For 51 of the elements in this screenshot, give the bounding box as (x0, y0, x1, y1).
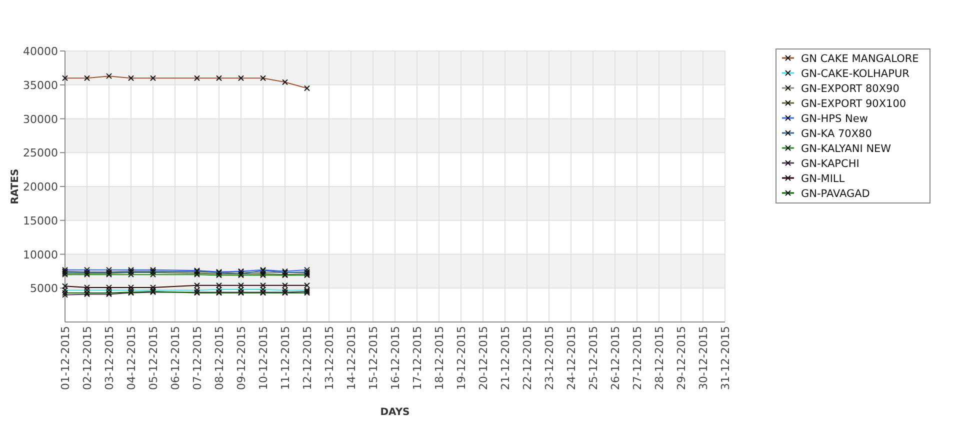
legend-label: GN-KA 70X80 (801, 128, 872, 140)
legend-label: GN-PAVAGAD (801, 188, 870, 200)
x-tick-label: 23-12-2015 (543, 326, 556, 390)
legend-label: GN-CAKE-KOLHAPUR (801, 68, 910, 80)
y-tick-label: 35000 (23, 78, 58, 92)
legend-label: GN-KAPCHI (801, 158, 860, 170)
y-tick-label: 40000 (23, 45, 58, 58)
y-axis-title: RATES (10, 168, 21, 204)
x-tick-label: 20-12-2015 (477, 326, 490, 390)
legend-label: GN-MILL (801, 173, 845, 185)
x-tick-label: 10-12-2015 (257, 326, 270, 390)
y-tick-label: 30000 (23, 112, 58, 126)
x-axis-title: DAYS (380, 407, 410, 418)
y-tick-label: 10000 (23, 248, 58, 262)
x-tick-label: 31-12-2015 (719, 326, 732, 390)
x-tick-label: 14-12-2015 (345, 326, 358, 390)
y-tick-label: 20000 (23, 180, 58, 194)
x-tick-label: 17-12-2015 (411, 326, 424, 390)
legend-label: GN CAKE MANGALORE (801, 53, 919, 65)
x-tick-label: 19-12-2015 (455, 326, 468, 390)
x-tick-label: 26-12-2015 (609, 326, 622, 390)
y-tick-label: 5000 (30, 282, 58, 296)
x-tick-label: 24-12-2015 (565, 326, 578, 390)
x-tick-label: 27-12-2015 (631, 326, 644, 390)
x-tick-label: 09-12-2015 (235, 326, 248, 390)
y-tick-label: 25000 (23, 146, 58, 160)
x-tick-label: 30-12-2015 (697, 326, 710, 390)
legend-label: GN-HPS New (801, 113, 868, 125)
legend-label: GN-KALYANI NEW (801, 143, 892, 155)
x-tick-label: 03-12-2015 (103, 326, 116, 390)
x-tick-label: 06-12-2015 (169, 326, 182, 390)
x-tick-label: 15-12-2015 (367, 326, 380, 390)
x-tick-label: 25-12-2015 (587, 326, 600, 390)
y-tick-label: 15000 (23, 214, 58, 228)
x-tick-label: 11-12-2015 (279, 326, 292, 390)
legend-label: GN-EXPORT 80X90 (801, 83, 900, 95)
x-tick-label: 28-12-2015 (653, 326, 666, 390)
x-tick-label: 12-12-2015 (301, 326, 314, 390)
legend-label: GN-EXPORT 90X100 (801, 98, 906, 110)
x-tick-label: 16-12-2015 (389, 326, 402, 390)
x-tick-label: 07-12-2015 (191, 326, 204, 390)
x-tick-label: 29-12-2015 (675, 326, 688, 390)
x-tick-label: 18-12-2015 (433, 326, 446, 390)
x-tick-label: 22-12-2015 (521, 326, 534, 390)
x-tick-label: 04-12-2015 (125, 326, 138, 390)
x-tick-label: 13-12-2015 (323, 326, 336, 390)
x-tick-label: 01-12-2015 (59, 326, 72, 390)
x-tick-label: 05-12-2015 (147, 326, 160, 390)
x-tick-label: 21-12-2015 (499, 326, 512, 390)
x-tick-label: 08-12-2015 (213, 326, 226, 390)
x-tick-label: 02-12-2015 (81, 326, 94, 390)
